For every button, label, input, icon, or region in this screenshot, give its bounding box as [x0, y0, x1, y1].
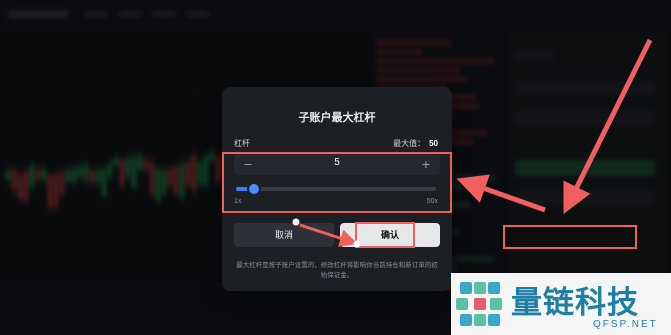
watermark: 量链科技 QFSP.NET [451, 273, 671, 335]
arrow-to-panel [563, 38, 653, 214]
arrow-to-confirm [299, 223, 358, 247]
watermark-subtext: QFSP.NET [593, 319, 658, 330]
watermark-text: 量链科技 [511, 285, 639, 321]
cursor-dot [292, 218, 300, 226]
arrow-to-leverage [456, 174, 546, 213]
watermark-logo-icon [456, 282, 502, 326]
cursor-dot [353, 240, 361, 248]
